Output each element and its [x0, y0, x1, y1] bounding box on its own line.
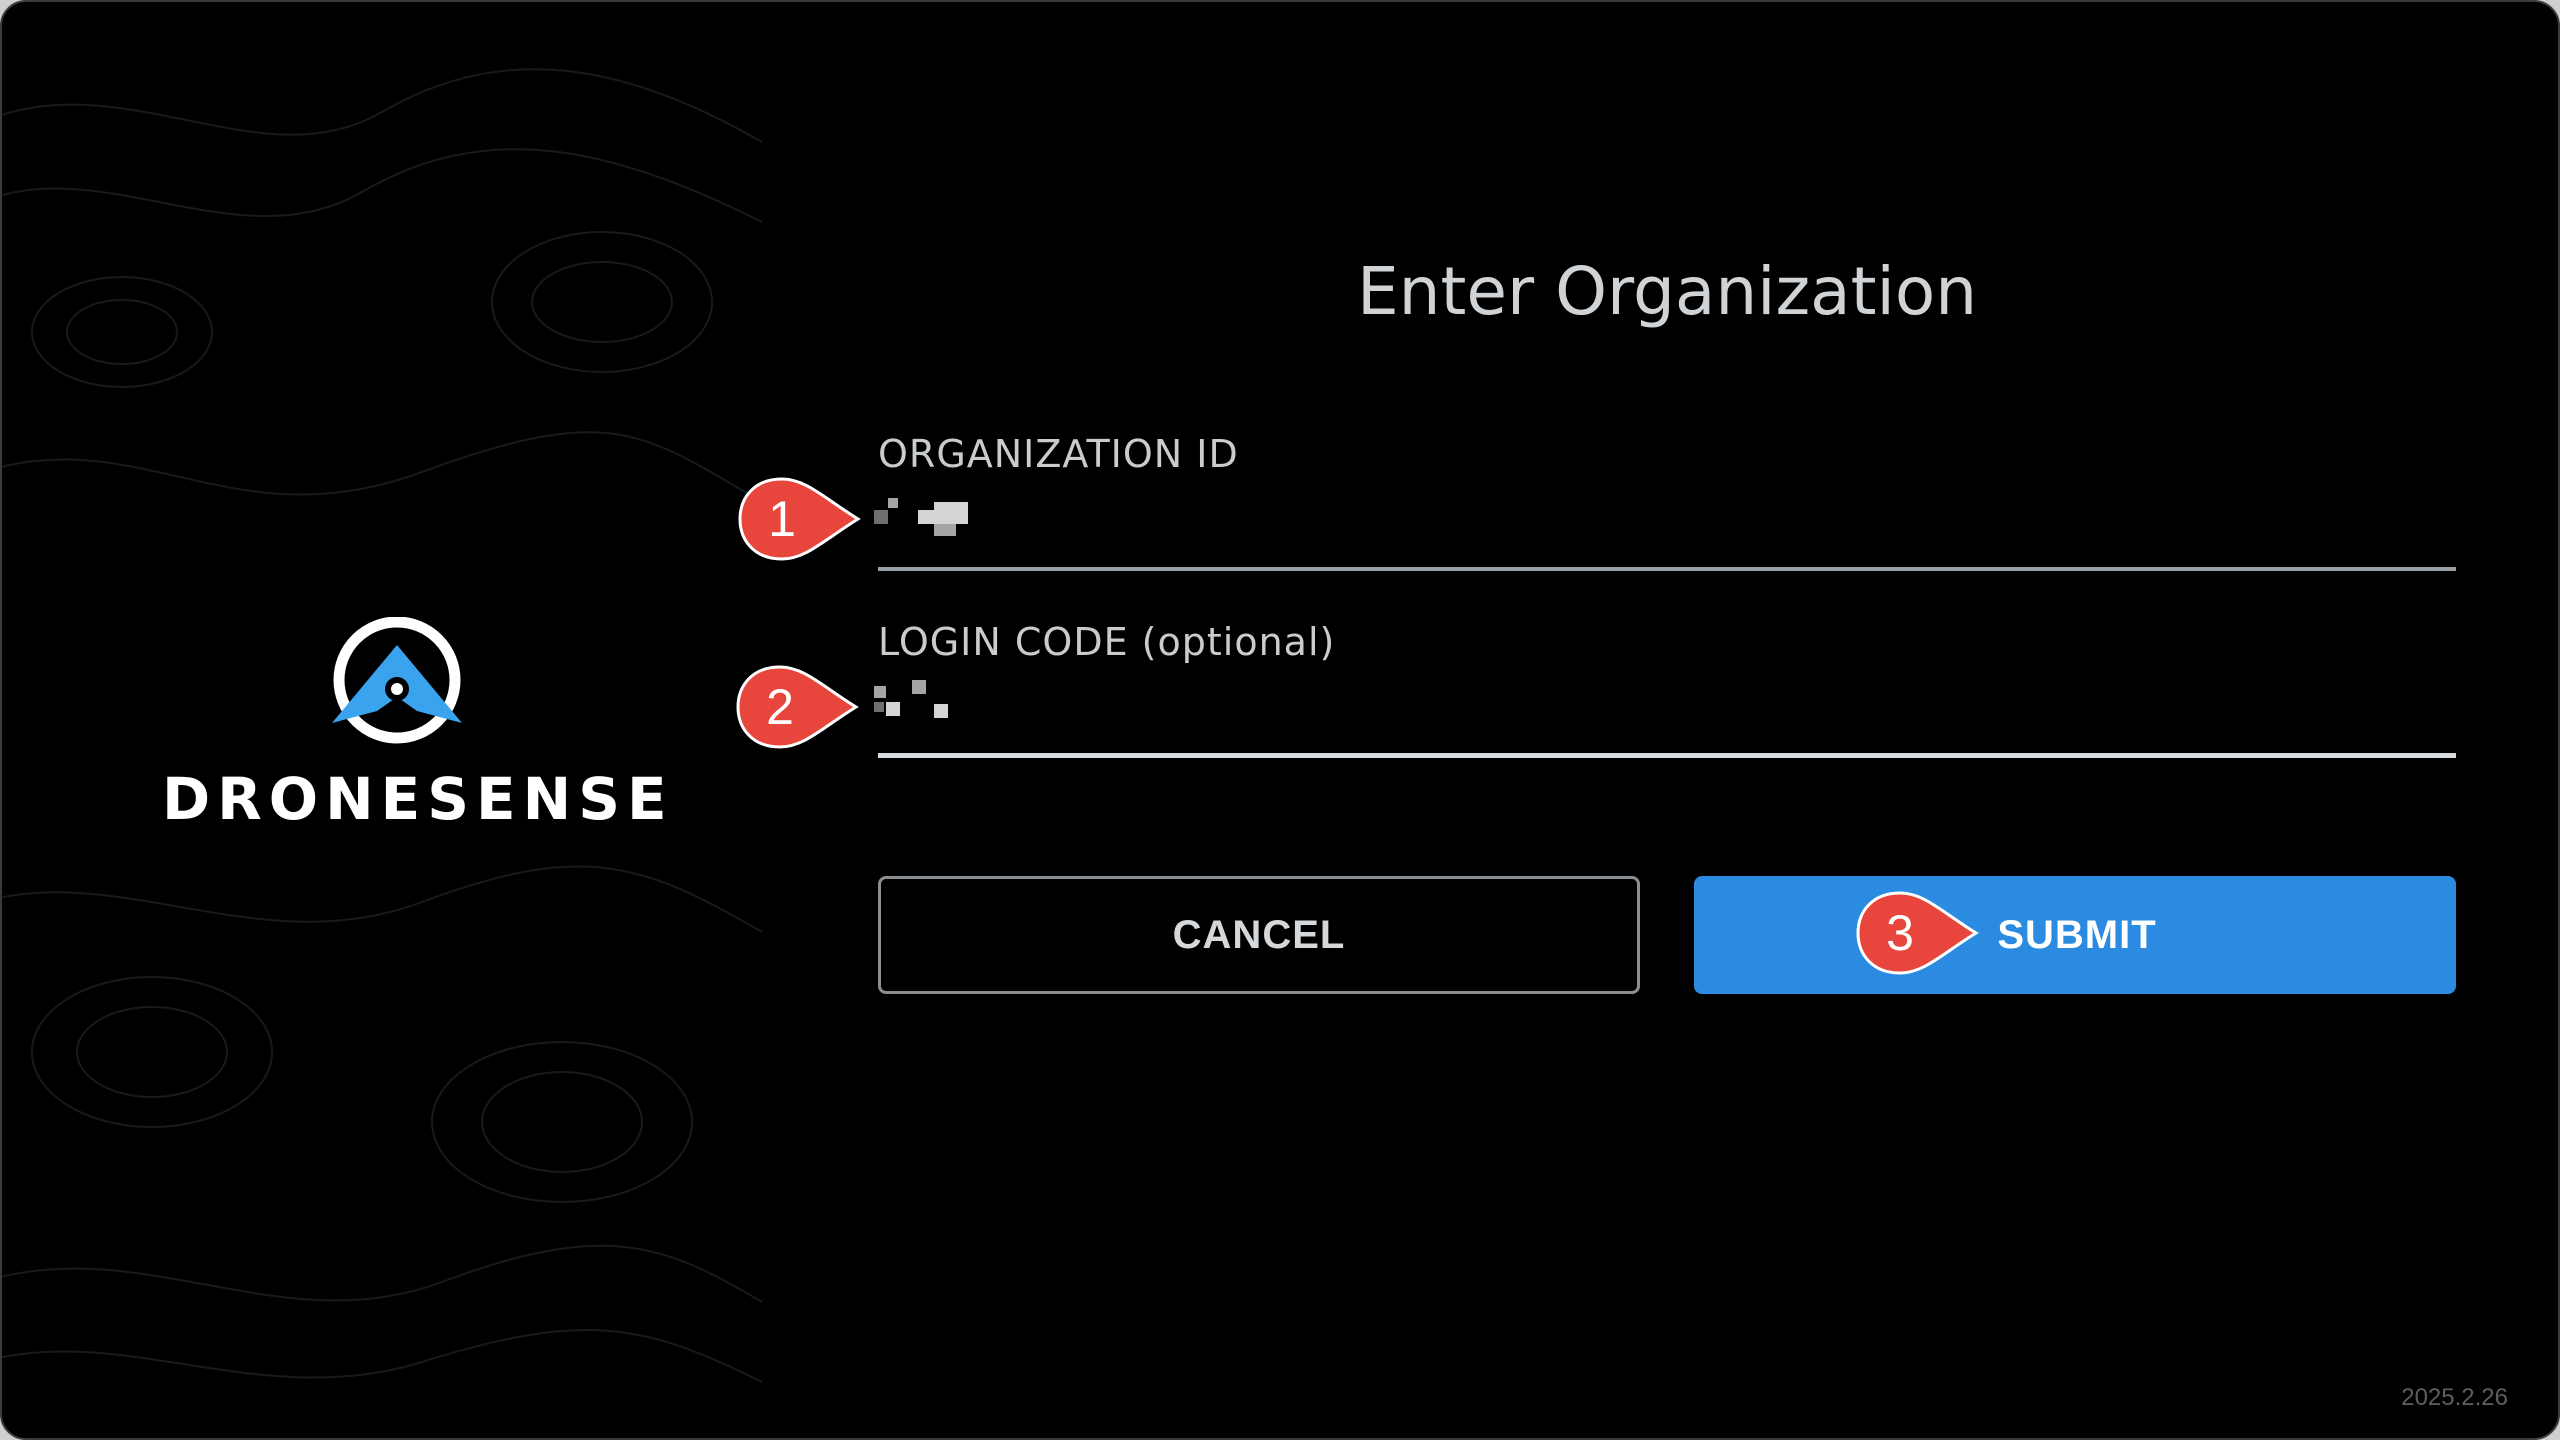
drone-location-pin-icon — [332, 617, 462, 744]
login-code-label: LOGIN CODE (optional) — [878, 620, 1336, 664]
callout-3: 3 — [1854, 888, 2004, 978]
brand-name: DRONESENSE — [162, 765, 674, 833]
callout-1-number: 1 — [768, 491, 796, 547]
login-code-field[interactable] — [872, 680, 982, 728]
cancel-button[interactable]: CANCEL — [878, 876, 1640, 994]
page-title: Enter Organization — [1356, 253, 1978, 330]
organization-id-label: ORGANIZATION ID — [878, 432, 1239, 476]
callout-2: 2 — [734, 662, 884, 752]
login-code-underline — [878, 753, 2456, 758]
submit-label: SUBMIT — [1997, 912, 2157, 957]
callout-3-number: 3 — [1886, 905, 1914, 961]
organization-id-field[interactable] — [872, 496, 982, 544]
organization-id-underline — [878, 567, 2456, 571]
app-screen: DRONESENSE Enter Organization ORGANIZATI… — [0, 0, 2560, 1440]
submit-button[interactable]: SUBMIT — [1694, 876, 2456, 994]
callout-2-number: 2 — [766, 679, 794, 735]
version-label: 2025.2.26 — [2401, 1384, 2508, 1411]
brand-block: DRONESENSE — [142, 617, 674, 837]
callout-1: 1 — [736, 474, 886, 564]
